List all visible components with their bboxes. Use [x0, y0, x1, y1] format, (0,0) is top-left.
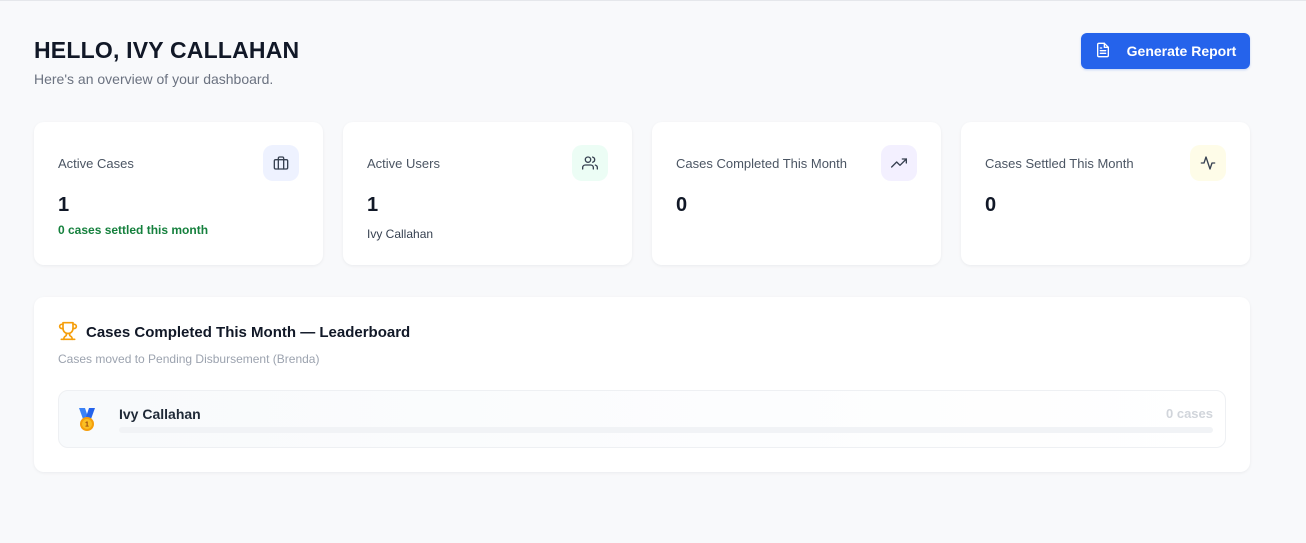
stat-value: 0: [676, 194, 688, 216]
stat-label: Active Cases: [58, 156, 134, 171]
document-icon: [1095, 42, 1111, 61]
users-icon: [572, 145, 608, 181]
activity-icon: [1190, 145, 1226, 181]
leaderboard-count: 0 cases: [1166, 406, 1213, 421]
leaderboard-title: Cases Completed This Month — Leaderboard: [86, 324, 411, 341]
page-header: HELLO, IVY CALLAHAN Here's an overview o…: [34, 33, 1250, 96]
stat-card-cases-settled: Cases Settled This Month 0: [961, 122, 1250, 265]
leaderboard-panel: Cases Completed This Month — Leaderboard…: [34, 297, 1250, 472]
generate-report-label: Generate Report: [1126, 43, 1237, 59]
stat-label: Cases Settled This Month: [985, 156, 1134, 171]
stat-label: Cases Completed This Month: [676, 156, 848, 171]
stat-card-active-users: Active Users 1 Ivy Callahan: [343, 122, 632, 265]
stat-note: Ivy Callahan: [367, 227, 434, 241]
briefcase-icon: [263, 145, 299, 181]
stat-card-cases-completed: Cases Completed This Month 0: [652, 122, 941, 265]
stat-card-active-cases: Active Cases 1 0 cases settled this mont…: [34, 122, 323, 265]
trending-up-icon: [881, 145, 917, 181]
generate-report-button[interactable]: Generate Report: [1081, 33, 1250, 69]
stat-note: 0 cases settled this month: [58, 223, 209, 237]
top-divider: [0, 0, 1306, 1]
medal-icon: 1: [76, 407, 98, 433]
stats-row: Active Cases 1 0 cases settled this mont…: [34, 122, 1250, 265]
trophy-icon: [58, 321, 78, 341]
page-title: HELLO, IVY CALLAHAN: [34, 37, 300, 63]
leaderboard-row: 1 Ivy Callahan 0 cases: [58, 390, 1226, 448]
stat-label: Active Users: [367, 156, 440, 171]
page-subtitle: Here's an overview of your dashboard.: [34, 71, 274, 87]
stat-value: 0: [985, 194, 997, 216]
leaderboard-progress-bar: [119, 427, 1213, 433]
medal-rank: 1: [85, 422, 89, 429]
leaderboard-name: Ivy Callahan: [119, 406, 201, 422]
leaderboard-description: Cases moved to Pending Disbursement (Bre…: [58, 352, 320, 366]
stat-value: 1: [367, 194, 379, 216]
stat-value: 1: [58, 194, 70, 216]
